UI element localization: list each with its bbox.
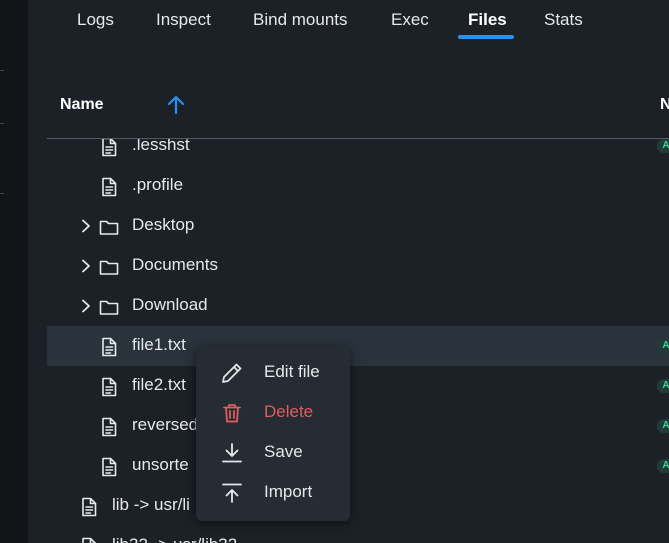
table-row[interactable]: file2.txt A (47, 366, 669, 406)
row-name: .lesshst (132, 139, 190, 154)
table-row[interactable]: lib32 -> usr/lib32 (47, 526, 669, 543)
tab-exec[interactable]: Exec (391, 10, 429, 30)
row-name: file2.txt (132, 375, 186, 394)
table-row[interactable]: .lesshst A (47, 139, 669, 166)
row-name: Documents (132, 255, 218, 274)
table-row[interactable]: Documents (47, 246, 669, 286)
status-badge: A (657, 459, 669, 473)
row-name: unsorte (132, 455, 189, 474)
table-row[interactable]: reversed A (47, 406, 669, 446)
column-header-name[interactable]: Name (60, 96, 104, 114)
table-row[interactable]: lib -> usr/li (47, 486, 669, 526)
folder-icon (98, 256, 120, 278)
file-icon (78, 536, 100, 543)
status-badge: A (657, 139, 669, 153)
file-icon (98, 139, 120, 158)
active-tab-indicator (458, 35, 514, 39)
pencil-icon (222, 363, 242, 383)
tab-inspect[interactable]: Inspect (156, 10, 211, 30)
sidebar-tick (0, 70, 4, 71)
context-menu: Edit file Delete Save Import (196, 346, 350, 521)
tab-bar: Logs Inspect Bind mounts Exec Files Stat… (28, 0, 669, 44)
table-row[interactable]: Download (47, 286, 669, 326)
tab-bind-mounts[interactable]: Bind mounts (253, 10, 348, 30)
row-name: .profile (132, 175, 184, 194)
tab-stats[interactable]: Stats (544, 10, 583, 30)
upload-icon (222, 483, 242, 503)
download-icon (222, 443, 242, 463)
menu-item-label: Import (264, 482, 313, 501)
row-name: file1.txt (132, 335, 186, 354)
status-badge: A (657, 379, 669, 393)
expand-chevron-icon[interactable] (78, 258, 94, 274)
row-name: lib -> usr/li (112, 495, 190, 514)
column-header-second[interactable]: N (660, 96, 669, 114)
folder-icon (98, 216, 120, 238)
tab-logs[interactable]: Logs (77, 10, 114, 30)
sidebar-tick (0, 123, 4, 124)
table-header: Name N (47, 86, 669, 139)
menu-item-save[interactable]: Save (196, 433, 350, 473)
menu-item-label: Edit file (264, 362, 320, 381)
file-list: .lesshst A .profile Desktop Documents Do… (47, 139, 669, 543)
file-icon (78, 496, 100, 518)
status-badge: A (657, 419, 669, 433)
table-row[interactable]: unsorte A (47, 446, 669, 486)
sidebar-tick (0, 193, 4, 194)
table-row[interactable]: .profile (47, 166, 669, 206)
file-icon (98, 456, 120, 478)
trash-icon (223, 404, 241, 423)
menu-item-label: Save (264, 442, 303, 461)
expand-chevron-icon[interactable] (78, 298, 94, 314)
menu-item-edit-file[interactable]: Edit file (196, 353, 350, 393)
row-name: Download (132, 295, 208, 314)
left-sidebar-edge (0, 0, 28, 543)
sort-ascending-arrow-icon[interactable] (165, 94, 187, 116)
menu-item-import[interactable]: Import (196, 473, 350, 513)
row-name: reversed (132, 415, 199, 434)
file-icon (98, 376, 120, 398)
menu-item-label: Delete (264, 402, 314, 421)
file-icon (98, 416, 120, 438)
file-icon (98, 336, 120, 358)
status-badge: A (657, 339, 669, 353)
table-row-selected[interactable]: file1.txt A (47, 326, 669, 366)
file-icon (98, 176, 120, 198)
table-row[interactable]: Desktop (47, 206, 669, 246)
expand-chevron-icon[interactable] (78, 218, 94, 234)
folder-icon (98, 296, 120, 318)
row-name: lib32 -> usr/lib32 (112, 535, 237, 543)
tab-files[interactable]: Files (468, 10, 507, 30)
menu-item-delete[interactable]: Delete (196, 393, 350, 433)
row-name: Desktop (132, 215, 195, 234)
